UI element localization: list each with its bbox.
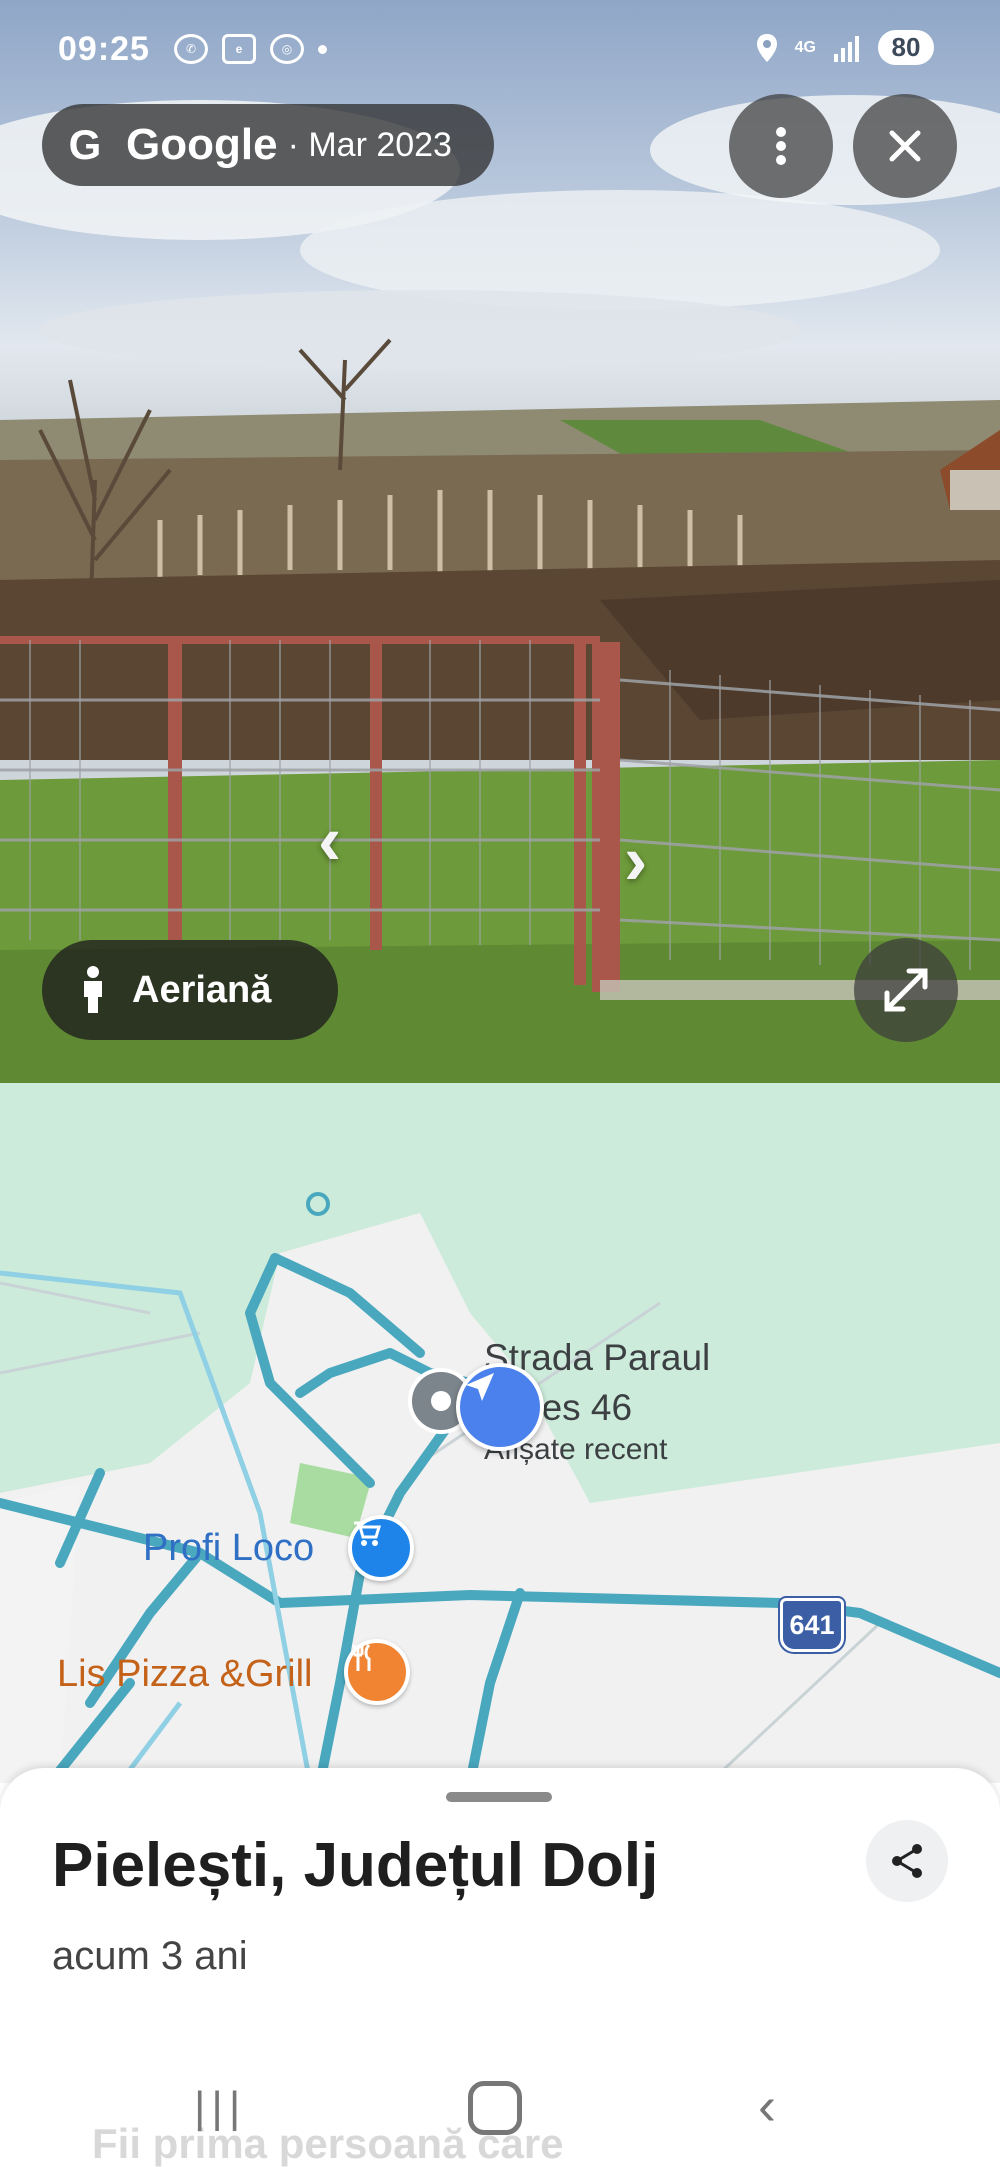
chrome-icon: ◎ <box>270 34 304 64</box>
street-view-panorama[interactable]: 09:25 ✆ e ◎ 4G 80 G Google · Mar 2023 ‹ … <box>0 0 1000 1083</box>
fullscreen-button[interactable] <box>854 938 958 1042</box>
move-forward-arrow[interactable]: › <box>624 820 647 900</box>
status-right: 4G 80 <box>755 30 934 65</box>
whatsapp-icon: ✆ <box>174 34 208 64</box>
place-subtitle: acum 3 ani <box>52 1934 248 1978</box>
signal-icon <box>834 35 859 62</box>
map-view[interactable]: Strada Paraul Cotes 46 Afișate recent Pr… <box>0 1083 1000 1783</box>
battery-level: 80 <box>878 30 934 65</box>
share-button[interactable] <box>866 1820 948 1902</box>
move-back-arrow[interactable]: ‹ <box>318 800 341 880</box>
google-g-icon: G <box>68 121 102 168</box>
more-options-button[interactable] <box>729 94 833 198</box>
back-button[interactable]: ‹ <box>758 2075 776 2137</box>
capture-date: · Mar 2023 <box>287 125 452 164</box>
system-navigation-bar: ||| ‹ <box>0 2065 1000 2145</box>
status-time: 09:25 <box>58 30 150 68</box>
navigation-arrow-icon <box>466 1373 494 1401</box>
status-bar: 09:25 ✆ e ◎ 4G 80 <box>0 0 1000 100</box>
network-type: 4G <box>794 38 816 56</box>
road-shield-641: 641 <box>780 1598 844 1652</box>
sheet-drag-handle[interactable] <box>446 1792 552 1802</box>
poi-label-restaurant[interactable]: Lis Pizza &Grill <box>57 1653 313 1696</box>
more-notifications-dot <box>318 44 327 54</box>
poi-label-shop[interactable]: Profi Loco <box>143 1527 314 1570</box>
place-title: Pielești, Județul Dolj <box>52 1831 659 1900</box>
shopping-cart-icon[interactable] <box>348 1515 414 1581</box>
close-icon <box>889 130 921 162</box>
more-vert-icon <box>776 127 786 165</box>
provider-name: Google <box>126 120 278 169</box>
share-icon <box>892 1844 922 1878</box>
restaurant-icon[interactable] <box>344 1639 410 1705</box>
expand-icon <box>884 968 928 1012</box>
recent-apps-button[interactable]: ||| <box>194 2083 246 2133</box>
home-button[interactable] <box>468 2081 522 2135</box>
pegman-icon <box>84 966 102 1013</box>
location-icon <box>756 33 777 62</box>
close-button[interactable] <box>853 94 957 198</box>
aerial-view-button[interactable]: Aeriană <box>42 940 338 1040</box>
emag-icon: e <box>222 34 256 64</box>
aerial-view-label: Aeriană <box>132 968 272 1011</box>
status-app-icons: ✆ e ◎ <box>174 34 327 64</box>
current-location-marker[interactable] <box>456 1363 544 1451</box>
imagery-attribution-chip[interactable]: G Google · Mar 2023 <box>42 104 494 186</box>
